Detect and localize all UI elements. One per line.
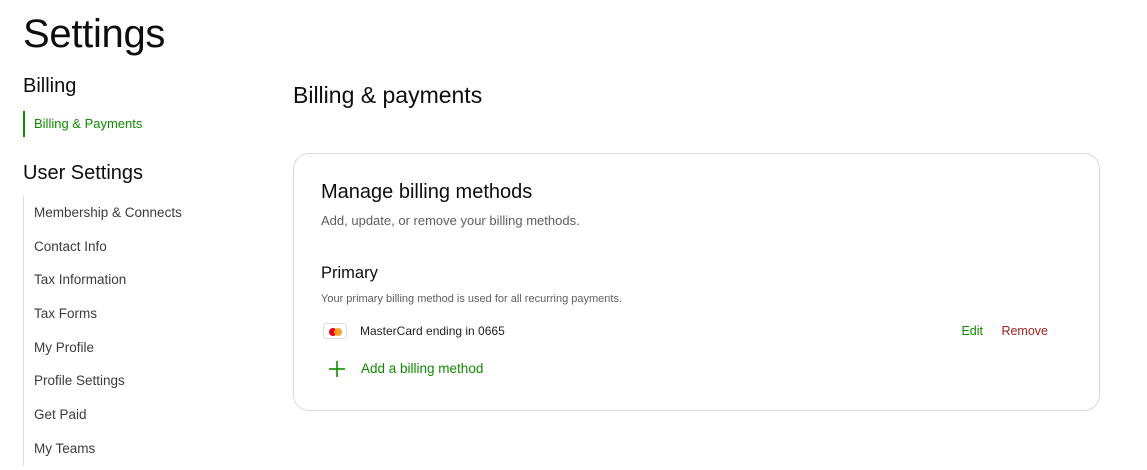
main-title: Billing & payments <box>293 82 483 108</box>
billing-section-heading: Billing <box>23 75 77 97</box>
sidebar-item-get-paid[interactable]: Get Paid <box>24 398 182 432</box>
billing-methods-card: Manage billing methods Add, update, or r… <box>293 153 1100 411</box>
plus-icon <box>329 361 345 377</box>
page-title: Settings <box>23 12 166 56</box>
mastercard-icon <box>323 323 347 339</box>
edit-billing-method-link[interactable]: Edit <box>961 324 983 338</box>
sidebar-item-membership-connects[interactable]: Membership & Connects <box>24 196 182 230</box>
user-settings-nav: Membership & Connects Contact Info Tax I… <box>23 196 182 466</box>
add-billing-method-label: Add a billing method <box>361 361 484 376</box>
sidebar-item-profile-settings[interactable]: Profile Settings <box>24 364 182 398</box>
sidebar-item-tax-forms[interactable]: Tax Forms <box>24 297 182 331</box>
billing-method-row: MasterCard ending in 0665 Edit Remove <box>321 320 1074 342</box>
sidebar-item-billing-payments[interactable]: Billing & Payments <box>25 111 142 137</box>
card-title: Manage billing methods <box>321 181 533 203</box>
sidebar-item-my-profile[interactable]: My Profile <box>24 331 182 365</box>
sidebar-item-tax-information[interactable]: Tax Information <box>24 263 182 297</box>
sidebar-item-contact-info[interactable]: Contact Info <box>24 230 182 264</box>
sidebar-item-my-teams[interactable]: My Teams <box>24 432 182 466</box>
primary-description: Your primary billing method is used for … <box>321 293 623 305</box>
user-settings-section-heading: User Settings <box>23 162 144 184</box>
billing-nav: Billing & Payments <box>23 111 142 137</box>
primary-heading: Primary <box>321 264 378 282</box>
remove-billing-method-link[interactable]: Remove <box>1001 324 1048 338</box>
card-subtitle: Add, update, or remove your billing meth… <box>321 213 580 228</box>
billing-method-label: MasterCard ending in 0665 <box>360 324 505 338</box>
